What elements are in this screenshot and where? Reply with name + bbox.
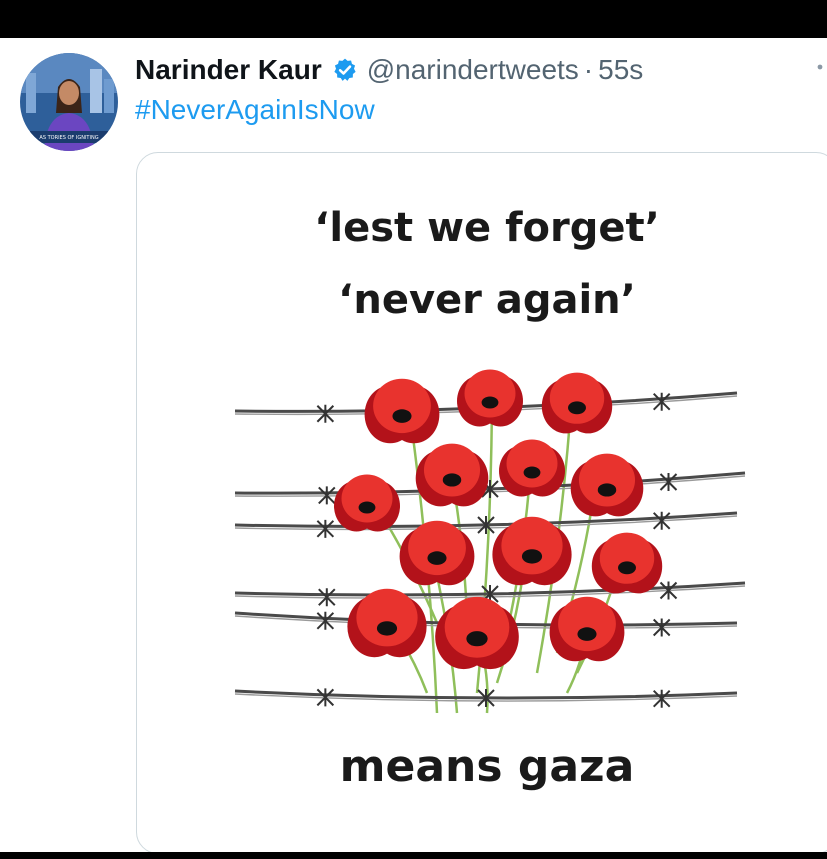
poppy-center: [392, 409, 412, 423]
author-name[interactable]: Narinder Kaur: [135, 54, 322, 86]
poppy-center: [618, 561, 636, 575]
poppy-center: [521, 549, 543, 564]
poppy-petal: [549, 372, 605, 424]
poppy-petal: [444, 596, 510, 658]
verified-badge-icon: [322, 57, 367, 83]
poppy-petal: [506, 439, 558, 488]
poppy-petal: [599, 532, 655, 584]
avatar[interactable]: AS TORIES OF IGNITING: [20, 53, 118, 151]
image-text-line-3: means gaza: [339, 741, 635, 792]
image-text-line-2: ‘never again’: [338, 277, 636, 323]
poppy-petal: [558, 596, 616, 652]
poppy-center: [523, 466, 541, 479]
author-handle[interactable]: @narindertweets: [367, 54, 579, 86]
bottom-bar: [0, 852, 827, 859]
poppy-petal: [464, 369, 516, 418]
separator-dot: ·: [583, 54, 594, 85]
poppy-petal: [341, 474, 393, 523]
poppy-petal: [408, 520, 466, 576]
hashtag-link[interactable]: #NeverAgainIsNow: [135, 94, 375, 126]
poppy-center: [577, 627, 597, 641]
poppy-center: [427, 551, 447, 565]
poppy-petal: [578, 453, 636, 507]
poppy-center: [597, 483, 617, 497]
poppy-petal: [356, 588, 418, 647]
image-text-line-1: ‘lest we forget’: [314, 205, 660, 251]
more-options-icon[interactable]: [813, 60, 827, 74]
timestamp[interactable]: 55s: [598, 54, 643, 86]
poppy-petal: [501, 516, 563, 575]
poppy-center: [376, 621, 398, 636]
poppy-center: [481, 396, 499, 409]
poppy-center: [466, 631, 488, 647]
poppy-center: [358, 501, 376, 514]
poppy-petal: [423, 443, 481, 497]
tweet-header: Narinder Kaur @narindertweets · 55s: [135, 50, 643, 90]
poppy-center: [442, 473, 462, 487]
top-bar: [0, 0, 827, 38]
tweet-image[interactable]: ‘lest we forget’ ‘never again’ means gaz…: [136, 152, 827, 854]
avatar-caption: AS TORIES OF IGNITING: [39, 135, 98, 141]
poppy-petal: [373, 378, 431, 434]
poppy-center: [568, 401, 586, 415]
